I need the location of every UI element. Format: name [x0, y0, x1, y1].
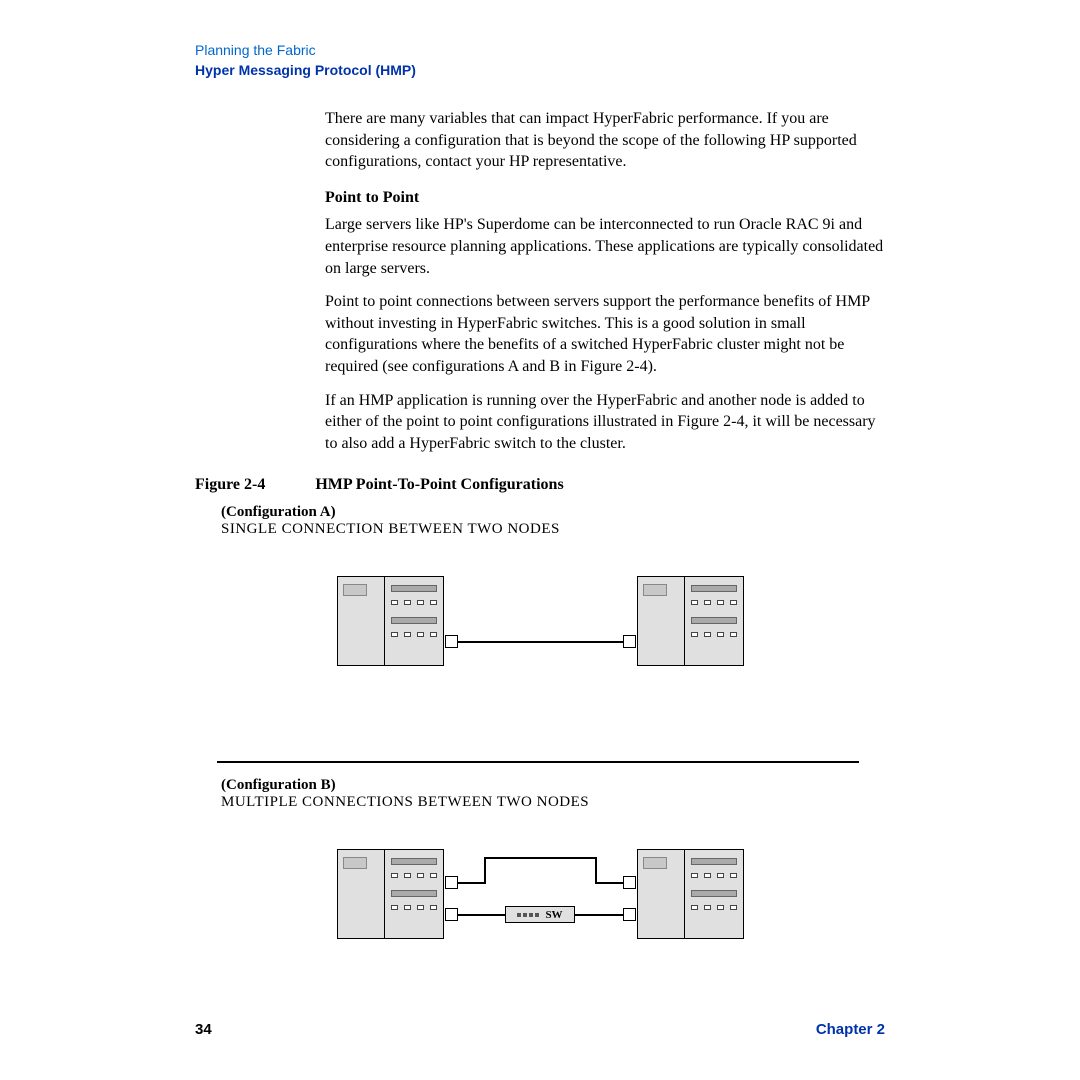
- cable-icon: [484, 857, 486, 884]
- config-a-title: SINGLE CONNECTION BETWEEN TWO NODES: [221, 521, 859, 538]
- diagram-config-a: [217, 556, 859, 711]
- figure-container: (Configuration A) SINGLE CONNECTION BETW…: [217, 504, 859, 984]
- figure-title: HMP Point-To-Point Configurations: [315, 476, 563, 494]
- divider: [217, 761, 859, 763]
- cable-icon: [458, 641, 623, 643]
- cable-icon: [484, 857, 597, 859]
- server-node-left-icon: [337, 849, 444, 939]
- cable-icon: [458, 914, 505, 916]
- connector-icon: [623, 635, 636, 648]
- section-label: Planning the Fabric: [195, 42, 885, 58]
- server-node-left-icon: [337, 576, 444, 666]
- connector-icon: [623, 876, 636, 889]
- config-b-label: (Configuration B): [221, 777, 859, 794]
- cable-icon: [595, 882, 623, 884]
- config-a-label: (Configuration A): [221, 504, 859, 521]
- paragraph-2: Point to point connections between serve…: [325, 291, 885, 377]
- intro-paragraph: There are many variables that can impact…: [325, 108, 885, 173]
- paragraph-1: Large servers like HP's Superdome can be…: [325, 214, 885, 279]
- figure-header: Figure 2-4 HMP Point-To-Point Configurat…: [195, 476, 885, 494]
- page-header: Planning the Fabric Hyper Messaging Prot…: [195, 42, 885, 78]
- figure-label: Figure 2-4: [195, 476, 265, 494]
- subsection-label: Hyper Messaging Protocol (HMP): [195, 62, 885, 78]
- point-to-point-heading: Point to Point: [325, 187, 885, 209]
- server-node-right-icon: [637, 849, 744, 939]
- config-b-title: MULTIPLE CONNECTIONS BETWEEN TWO NODES: [221, 794, 859, 811]
- page-number: 34: [195, 1021, 212, 1038]
- connector-icon: [445, 635, 458, 648]
- cable-icon: [458, 882, 486, 884]
- page-footer: 34 Chapter 2: [195, 1021, 885, 1038]
- connector-icon: [623, 908, 636, 921]
- connector-icon: [445, 876, 458, 889]
- cable-icon: [595, 857, 597, 884]
- switch-icon: SW: [505, 906, 575, 923]
- chapter-label: Chapter 2: [816, 1021, 885, 1038]
- cable-icon: [575, 914, 623, 916]
- switch-label: SW: [545, 909, 562, 921]
- connector-icon: [445, 908, 458, 921]
- body-content: There are many variables that can impact…: [325, 108, 885, 454]
- diagram-config-b: SW: [217, 829, 859, 984]
- paragraph-3: If an HMP application is running over th…: [325, 390, 885, 455]
- server-node-right-icon: [637, 576, 744, 666]
